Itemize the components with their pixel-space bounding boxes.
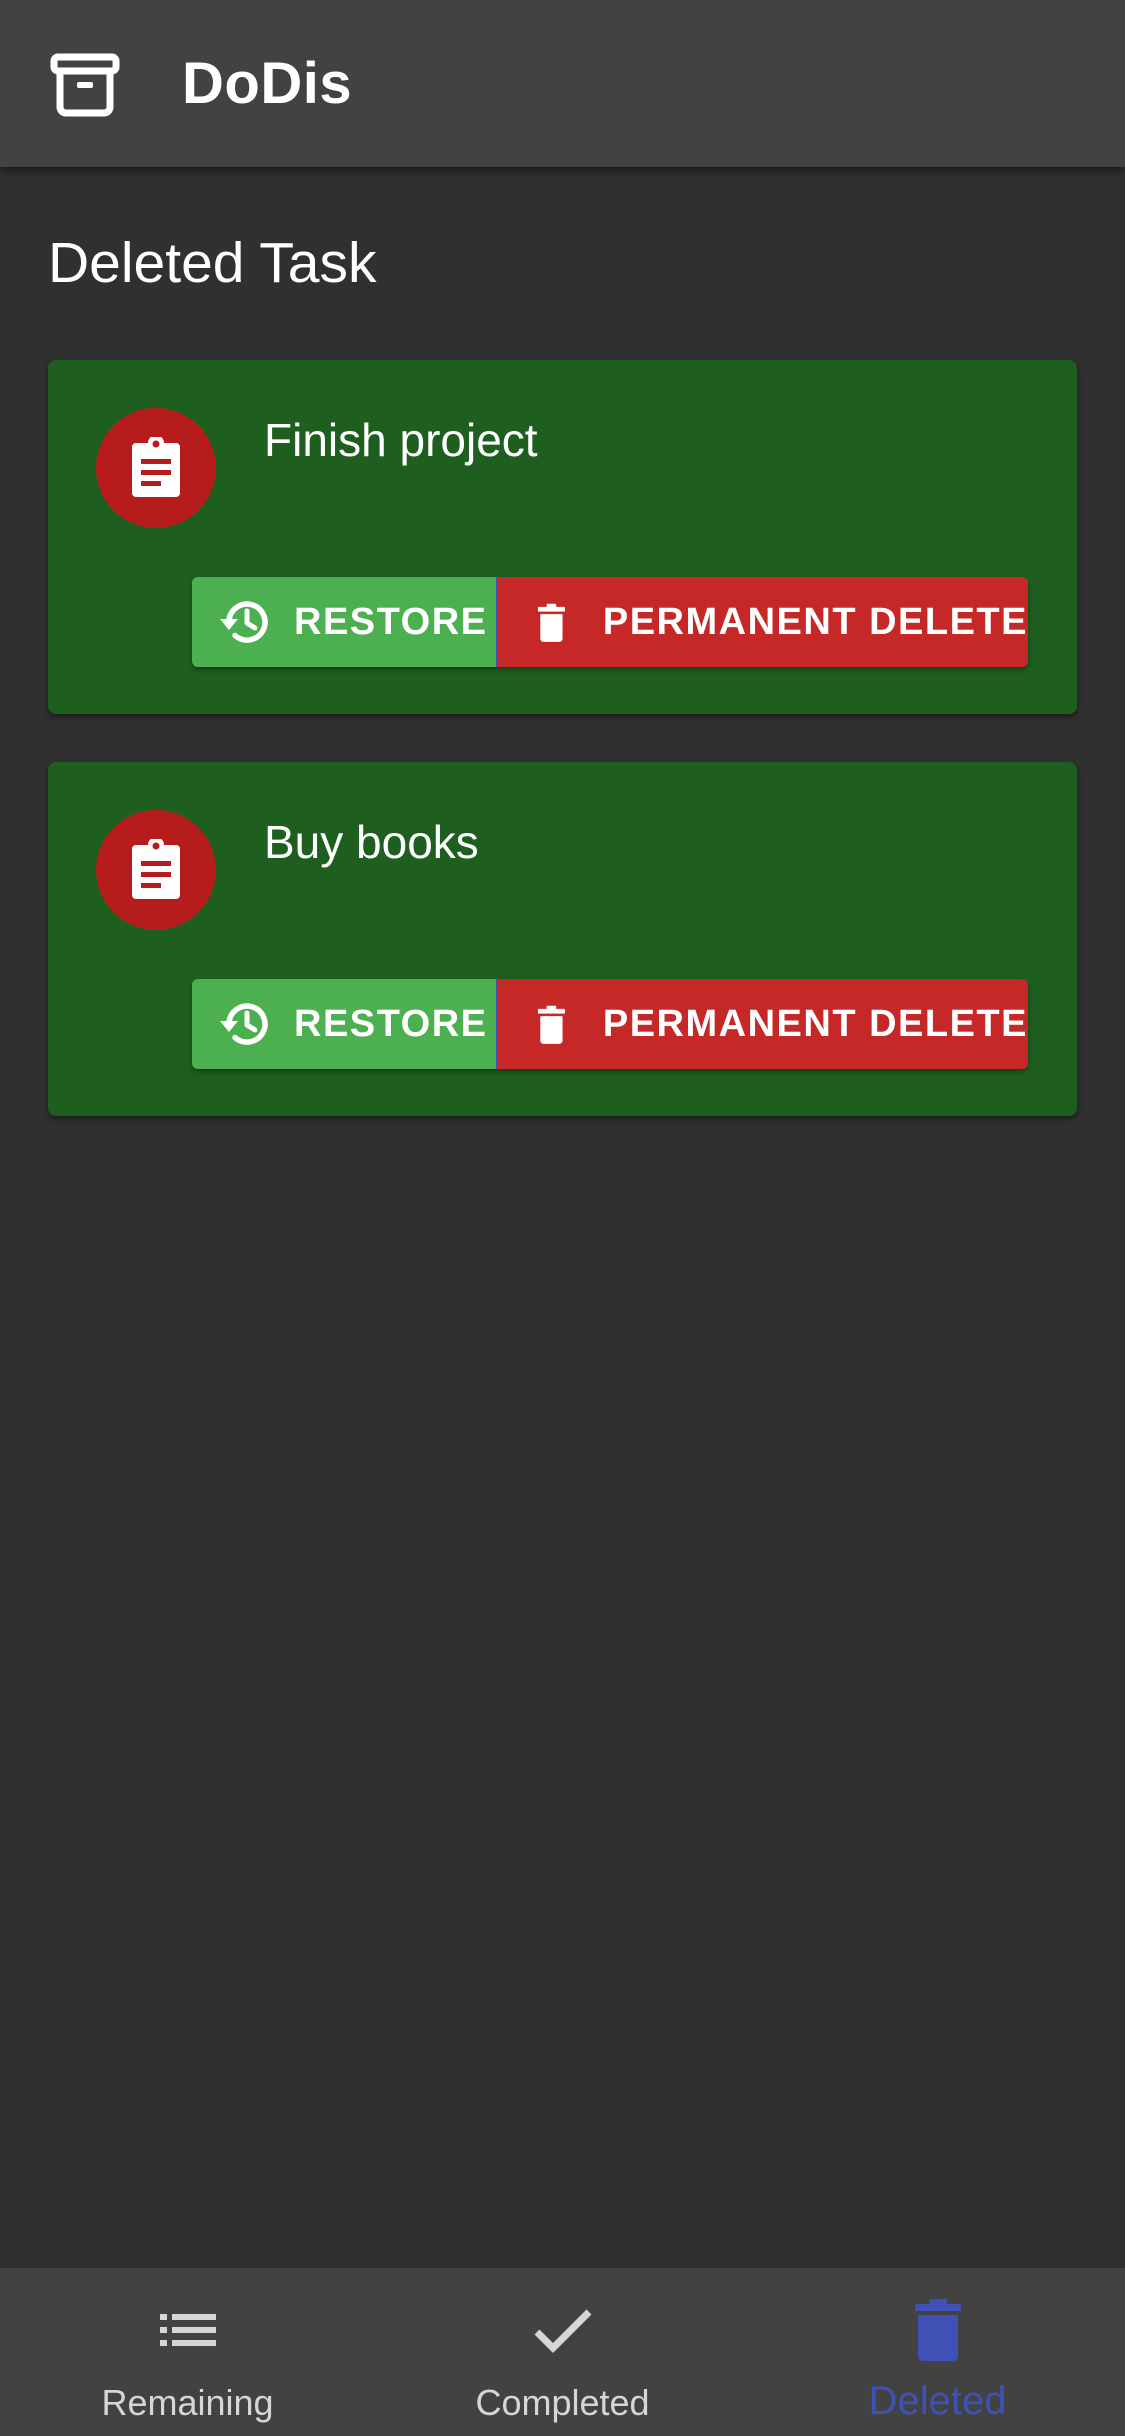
clipboard-icon [132,437,180,497]
task-card: Finish project RESTORE PERMANENT DELETE [48,360,1077,714]
restore-button[interactable]: RESTORE [192,979,498,1069]
nav-label-deleted: Deleted [868,2379,1007,2423]
restore-history-icon [220,601,268,643]
nav-label-remaining: Remaining [101,2382,274,2423]
task-name: Buy books [264,816,479,868]
permanent-delete-label: PERMANENT DELETE [602,600,1028,643]
archive-box-icon [50,53,120,117]
restore-history-icon [220,1003,268,1045]
app-root: DoDis Deleted Task Finish project RESTOR [0,0,1125,2436]
list-icon [159,2314,216,2346]
check-icon [534,2309,591,2353]
bottom-navigation: Remaining Completed Deleted [0,2268,1125,2436]
permanent-delete-label: PERMANENT DELETE [602,1002,1028,1045]
app-title: DoDis [182,51,353,116]
task-actions: RESTORE PERMANENT DELETE [192,979,1028,1069]
app-bar: DoDis [0,0,1125,167]
nav-item-remaining[interactable]: Remaining [0,2268,375,2436]
nav-item-deleted[interactable]: Deleted [750,2268,1125,2436]
nav-item-completed[interactable]: Completed [375,2268,750,2436]
task-avatar [96,810,216,930]
page-title: Deleted Task [48,231,377,295]
trash-icon [537,1005,565,1044]
restore-label: RESTORE [294,1002,488,1045]
task-card: Buy books RESTORE PERMANENT DELETE [48,762,1077,1116]
task-avatar [96,408,216,528]
task-actions: RESTORE PERMANENT DELETE [192,577,1028,667]
nav-label-completed: Completed [475,2382,650,2423]
permanent-delete-button[interactable]: PERMANENT DELETE [498,577,1028,667]
restore-button[interactable]: RESTORE [192,577,498,667]
permanent-delete-button[interactable]: PERMANENT DELETE [498,979,1028,1069]
task-name: Finish project [264,414,538,466]
trash-icon [537,603,565,642]
trash-icon [914,2299,961,2361]
restore-label: RESTORE [294,600,488,643]
clipboard-icon [132,839,180,899]
